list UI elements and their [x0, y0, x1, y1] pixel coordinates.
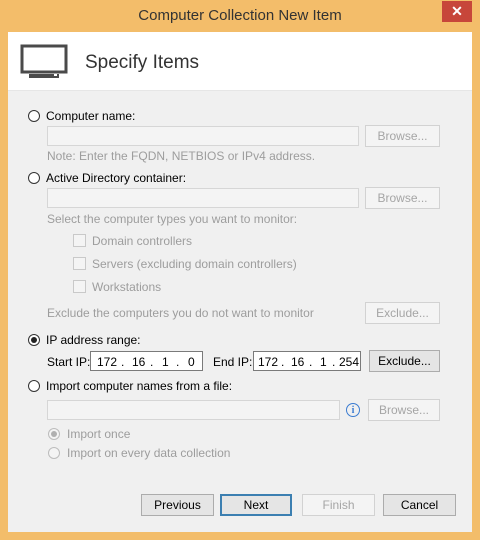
window-title: Computer Collection New Item — [138, 7, 342, 24]
import-file-radio[interactable] — [28, 380, 40, 392]
start-ip-octet-2: 16 — [132, 355, 146, 369]
start-ip-input[interactable]: 172 . 16 . 1 . 0 — [90, 351, 203, 371]
import-once-radio[interactable] — [48, 428, 60, 440]
ad-container-field[interactable] — [47, 188, 359, 208]
close-icon: ✕ — [451, 3, 463, 19]
dialog-window: Computer Collection New Item ✕ Specify I… — [0, 0, 480, 540]
domain-controllers-label: Domain controllers — [92, 234, 193, 248]
ip-dot: . — [309, 355, 313, 369]
end-ip-octet-1: 172 — [258, 355, 279, 369]
wizard-header: Specify Items — [8, 32, 472, 91]
ad-container-browse-button[interactable]: Browse... — [365, 187, 440, 209]
ip-dot: . — [150, 355, 154, 369]
computer-name-note: Note: Enter the FQDN, NETBIOS or IPv4 ad… — [47, 149, 316, 163]
servers-checkbox[interactable] — [73, 257, 86, 270]
ip-dot: . — [121, 355, 125, 369]
end-ip-octet-2: 16 — [291, 355, 305, 369]
import-file-browse-button[interactable]: Browse... — [368, 399, 440, 421]
import-file-field[interactable] — [47, 400, 340, 420]
start-ip-octet-1: 172 — [97, 355, 118, 369]
start-ip-octet-3: 1 — [162, 355, 169, 369]
wizard-content: Computer name: Browse... Note: Enter the… — [8, 91, 472, 472]
computer-name-field[interactable] — [47, 126, 359, 146]
title-bar[interactable]: Computer Collection New Item ✕ — [0, 0, 480, 32]
computer-name-label: Computer name: — [46, 109, 136, 123]
ip-dot: . — [176, 355, 180, 369]
ip-range-radio[interactable] — [28, 334, 40, 346]
ip-dot: . — [281, 355, 285, 369]
page-title: Specify Items — [85, 52, 200, 73]
workstations-label: Workstations — [92, 280, 162, 294]
import-once-label: Import once — [67, 427, 131, 441]
ip-dot: . — [332, 355, 336, 369]
finish-button[interactable]: Finish — [302, 494, 375, 516]
previous-button[interactable]: Previous — [141, 494, 214, 516]
start-ip-octet-4: 0 — [188, 355, 195, 369]
workstations-checkbox[interactable] — [73, 280, 86, 293]
import-every-collection-radio[interactable] — [48, 447, 60, 459]
end-ip-octet-3: 1 — [320, 355, 327, 369]
ad-exclude-button[interactable]: Exclude... — [365, 302, 440, 324]
close-button[interactable]: ✕ — [442, 1, 472, 22]
cancel-button[interactable]: Cancel — [383, 494, 456, 516]
ip-exclude-button[interactable]: Exclude... — [369, 350, 440, 372]
wizard-footer: Previous Next Finish Cancel — [8, 472, 472, 532]
import-every-collection-label: Import on every data collection — [67, 446, 231, 460]
ad-container-radio[interactable] — [28, 172, 40, 184]
domain-controllers-checkbox[interactable] — [73, 234, 86, 247]
end-ip-octet-4: 254 — [339, 355, 360, 369]
start-ip-label: Start IP: — [47, 355, 91, 369]
computer-name-browse-button[interactable]: Browse... — [365, 125, 440, 147]
info-icon[interactable]: i — [346, 403, 360, 417]
computer-types-label: Select the computer types you want to mo… — [47, 212, 298, 226]
ip-range-label: IP address range: — [46, 333, 141, 347]
end-ip-input[interactable]: 172 . 16 . 1 . 254 — [253, 351, 361, 371]
monitor-icon — [20, 44, 68, 78]
dialog-client: Specify Items Computer name: Browse... N… — [8, 32, 472, 532]
servers-label: Servers (excluding domain controllers) — [92, 257, 297, 271]
import-file-label: Import computer names from a file: — [46, 379, 233, 393]
next-button[interactable]: Next — [220, 494, 292, 516]
computer-name-radio[interactable] — [28, 110, 40, 122]
ad-container-label: Active Directory container: — [46, 171, 187, 185]
end-ip-label: End IP: — [213, 355, 253, 369]
exclude-computers-label: Exclude the computers you do not want to… — [47, 306, 314, 320]
